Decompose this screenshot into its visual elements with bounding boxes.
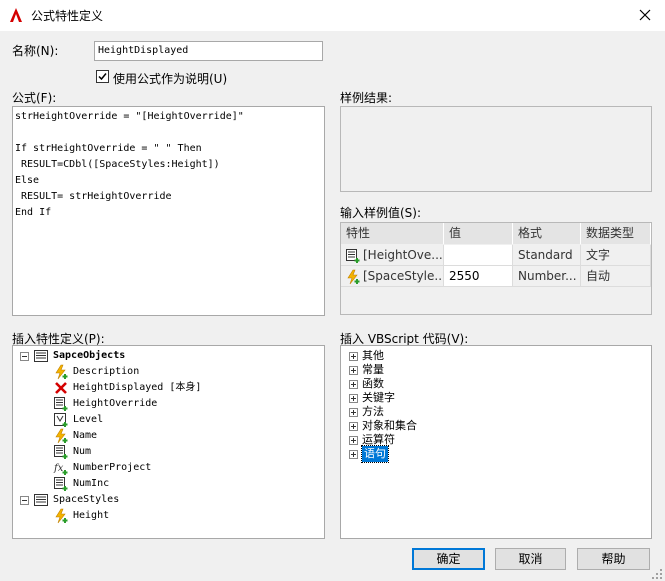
tree-node-label: Name	[73, 430, 98, 441]
sample-result-box	[340, 106, 652, 192]
tree-node-label: HeightDisplayed [本身]	[73, 382, 202, 393]
formula-line: strHeightOverride = "[HeightOverride]"	[15, 111, 244, 122]
collapse-icon[interactable]	[20, 495, 29, 505]
close-icon	[639, 9, 651, 21]
tree-node-numberproject[interactable]: fx NumberProject	[53, 460, 151, 476]
use-formula-description-label: 使用公式作为说明(U)	[113, 72, 228, 86]
expand-icon[interactable]	[349, 365, 358, 375]
property-list-icon	[54, 445, 68, 459]
sample-values-table: 特性 值 格式 数据类型 [HeightOve... Standard 文字 […	[340, 222, 652, 315]
help-button[interactable]: 帮助	[577, 548, 650, 570]
column-header-property[interactable]: 特性	[341, 223, 444, 244]
sample-values-label: 输入样例值(S):	[340, 206, 422, 220]
use-formula-description-checkbox[interactable]	[96, 70, 109, 83]
tree-node-height[interactable]: Height	[53, 508, 109, 524]
formula-icon: fx	[53, 463, 68, 475]
formula-line: End If	[15, 207, 52, 218]
tree-node-num[interactable]: Num	[53, 444, 91, 460]
vbscript-item-statements[interactable]: 语句	[349, 445, 389, 463]
formula-label: 公式(F):	[12, 91, 57, 105]
formula-line: If strHeightOverride = " " Then	[15, 143, 202, 154]
table-row-type: 文字	[581, 245, 651, 266]
expand-icon[interactable]	[349, 435, 358, 445]
property-list-icon	[54, 397, 68, 411]
tree-node-heightoverride[interactable]: HeightOverride	[53, 396, 157, 412]
window-title: 公式特性定义	[31, 9, 104, 23]
table-row-type: 自动	[581, 266, 651, 287]
level-icon	[54, 413, 68, 427]
tree-node-label: Num	[73, 446, 92, 457]
tree-node-label: SapceObjects	[53, 350, 126, 361]
formula-line	[15, 125, 322, 141]
column-header-data-type[interactable]: 数据类型	[581, 223, 651, 244]
table-row-value[interactable]: 2550	[444, 266, 513, 287]
resize-grip-icon[interactable]	[652, 569, 663, 580]
formula-line: RESULT= strHeightOverride	[15, 191, 172, 202]
table-row-value[interactable]	[444, 245, 513, 266]
tree-node-spacestyles[interactable]: SpaceStyles	[20, 492, 119, 508]
autocad-logo-icon	[10, 8, 22, 22]
property-set-icon	[34, 494, 48, 506]
cancel-button[interactable]: 取消	[495, 548, 566, 570]
formula-editor[interactable]: strHeightOverride = "[HeightOverride]" I…	[12, 106, 325, 316]
name-label: 名称(N):	[12, 44, 59, 58]
checkmark-icon	[98, 73, 107, 81]
tree-node-level[interactable]: Level	[53, 412, 103, 428]
vbscript-item-label-selected: 语句	[361, 445, 389, 463]
tree-node-sapceobjects[interactable]: SapceObjects	[20, 348, 125, 364]
expand-icon[interactable]	[349, 379, 358, 389]
collapse-icon[interactable]	[20, 351, 29, 361]
formula-line: Else	[15, 175, 40, 186]
ok-button[interactable]: 确定	[412, 548, 485, 570]
close-button[interactable]	[630, 2, 660, 28]
red-x-icon	[55, 382, 67, 394]
property-list-icon	[54, 477, 68, 491]
lightning-icon	[55, 364, 68, 380]
expand-icon[interactable]	[349, 351, 358, 361]
name-input[interactable]: HeightDisplayed	[94, 41, 323, 61]
tree-node-label: Level	[73, 414, 104, 425]
expand-icon[interactable]	[349, 421, 358, 431]
column-header-format[interactable]: 格式	[513, 223, 581, 244]
tree-node-numinc[interactable]: NumInc	[53, 476, 109, 492]
table-row-format: Standard	[513, 245, 581, 266]
property-list-icon	[346, 249, 360, 263]
column-header-value[interactable]: 值	[444, 223, 513, 244]
sample-result-label: 样例结果:	[340, 91, 393, 105]
tree-node-label: Height	[73, 510, 110, 521]
lightning-icon	[347, 269, 360, 285]
expand-icon[interactable]	[349, 393, 358, 403]
tree-node-label: SpaceStyles	[53, 494, 120, 505]
tree-node-name[interactable]: Name	[53, 428, 97, 444]
insert-property-tree[interactable]: SapceObjects Description HeightDisplayed…	[12, 345, 325, 539]
tree-node-label: Description	[73, 366, 140, 377]
lightning-icon	[55, 428, 68, 444]
property-set-icon	[34, 350, 48, 362]
expand-icon[interactable]	[349, 449, 358, 459]
expand-icon[interactable]	[349, 407, 358, 417]
lightning-icon	[55, 508, 68, 524]
tree-node-label: NumberProject	[73, 462, 152, 473]
formula-line: RESULT=CDbl([SpaceStyles:Height])	[15, 159, 220, 170]
tree-node-label: HeightOverride	[73, 398, 158, 409]
tree-node-heightdisplayed[interactable]: HeightDisplayed [本身]	[53, 380, 201, 396]
tree-node-description[interactable]: Description	[53, 364, 139, 380]
vbscript-tree[interactable]: 其他 常量 函数 关键字 方法 对象和集合 运算符 语句	[340, 345, 652, 539]
tree-node-label: NumInc	[73, 478, 110, 489]
svg-text:fx: fx	[53, 463, 64, 474]
table-row-format: Number...	[513, 266, 581, 287]
